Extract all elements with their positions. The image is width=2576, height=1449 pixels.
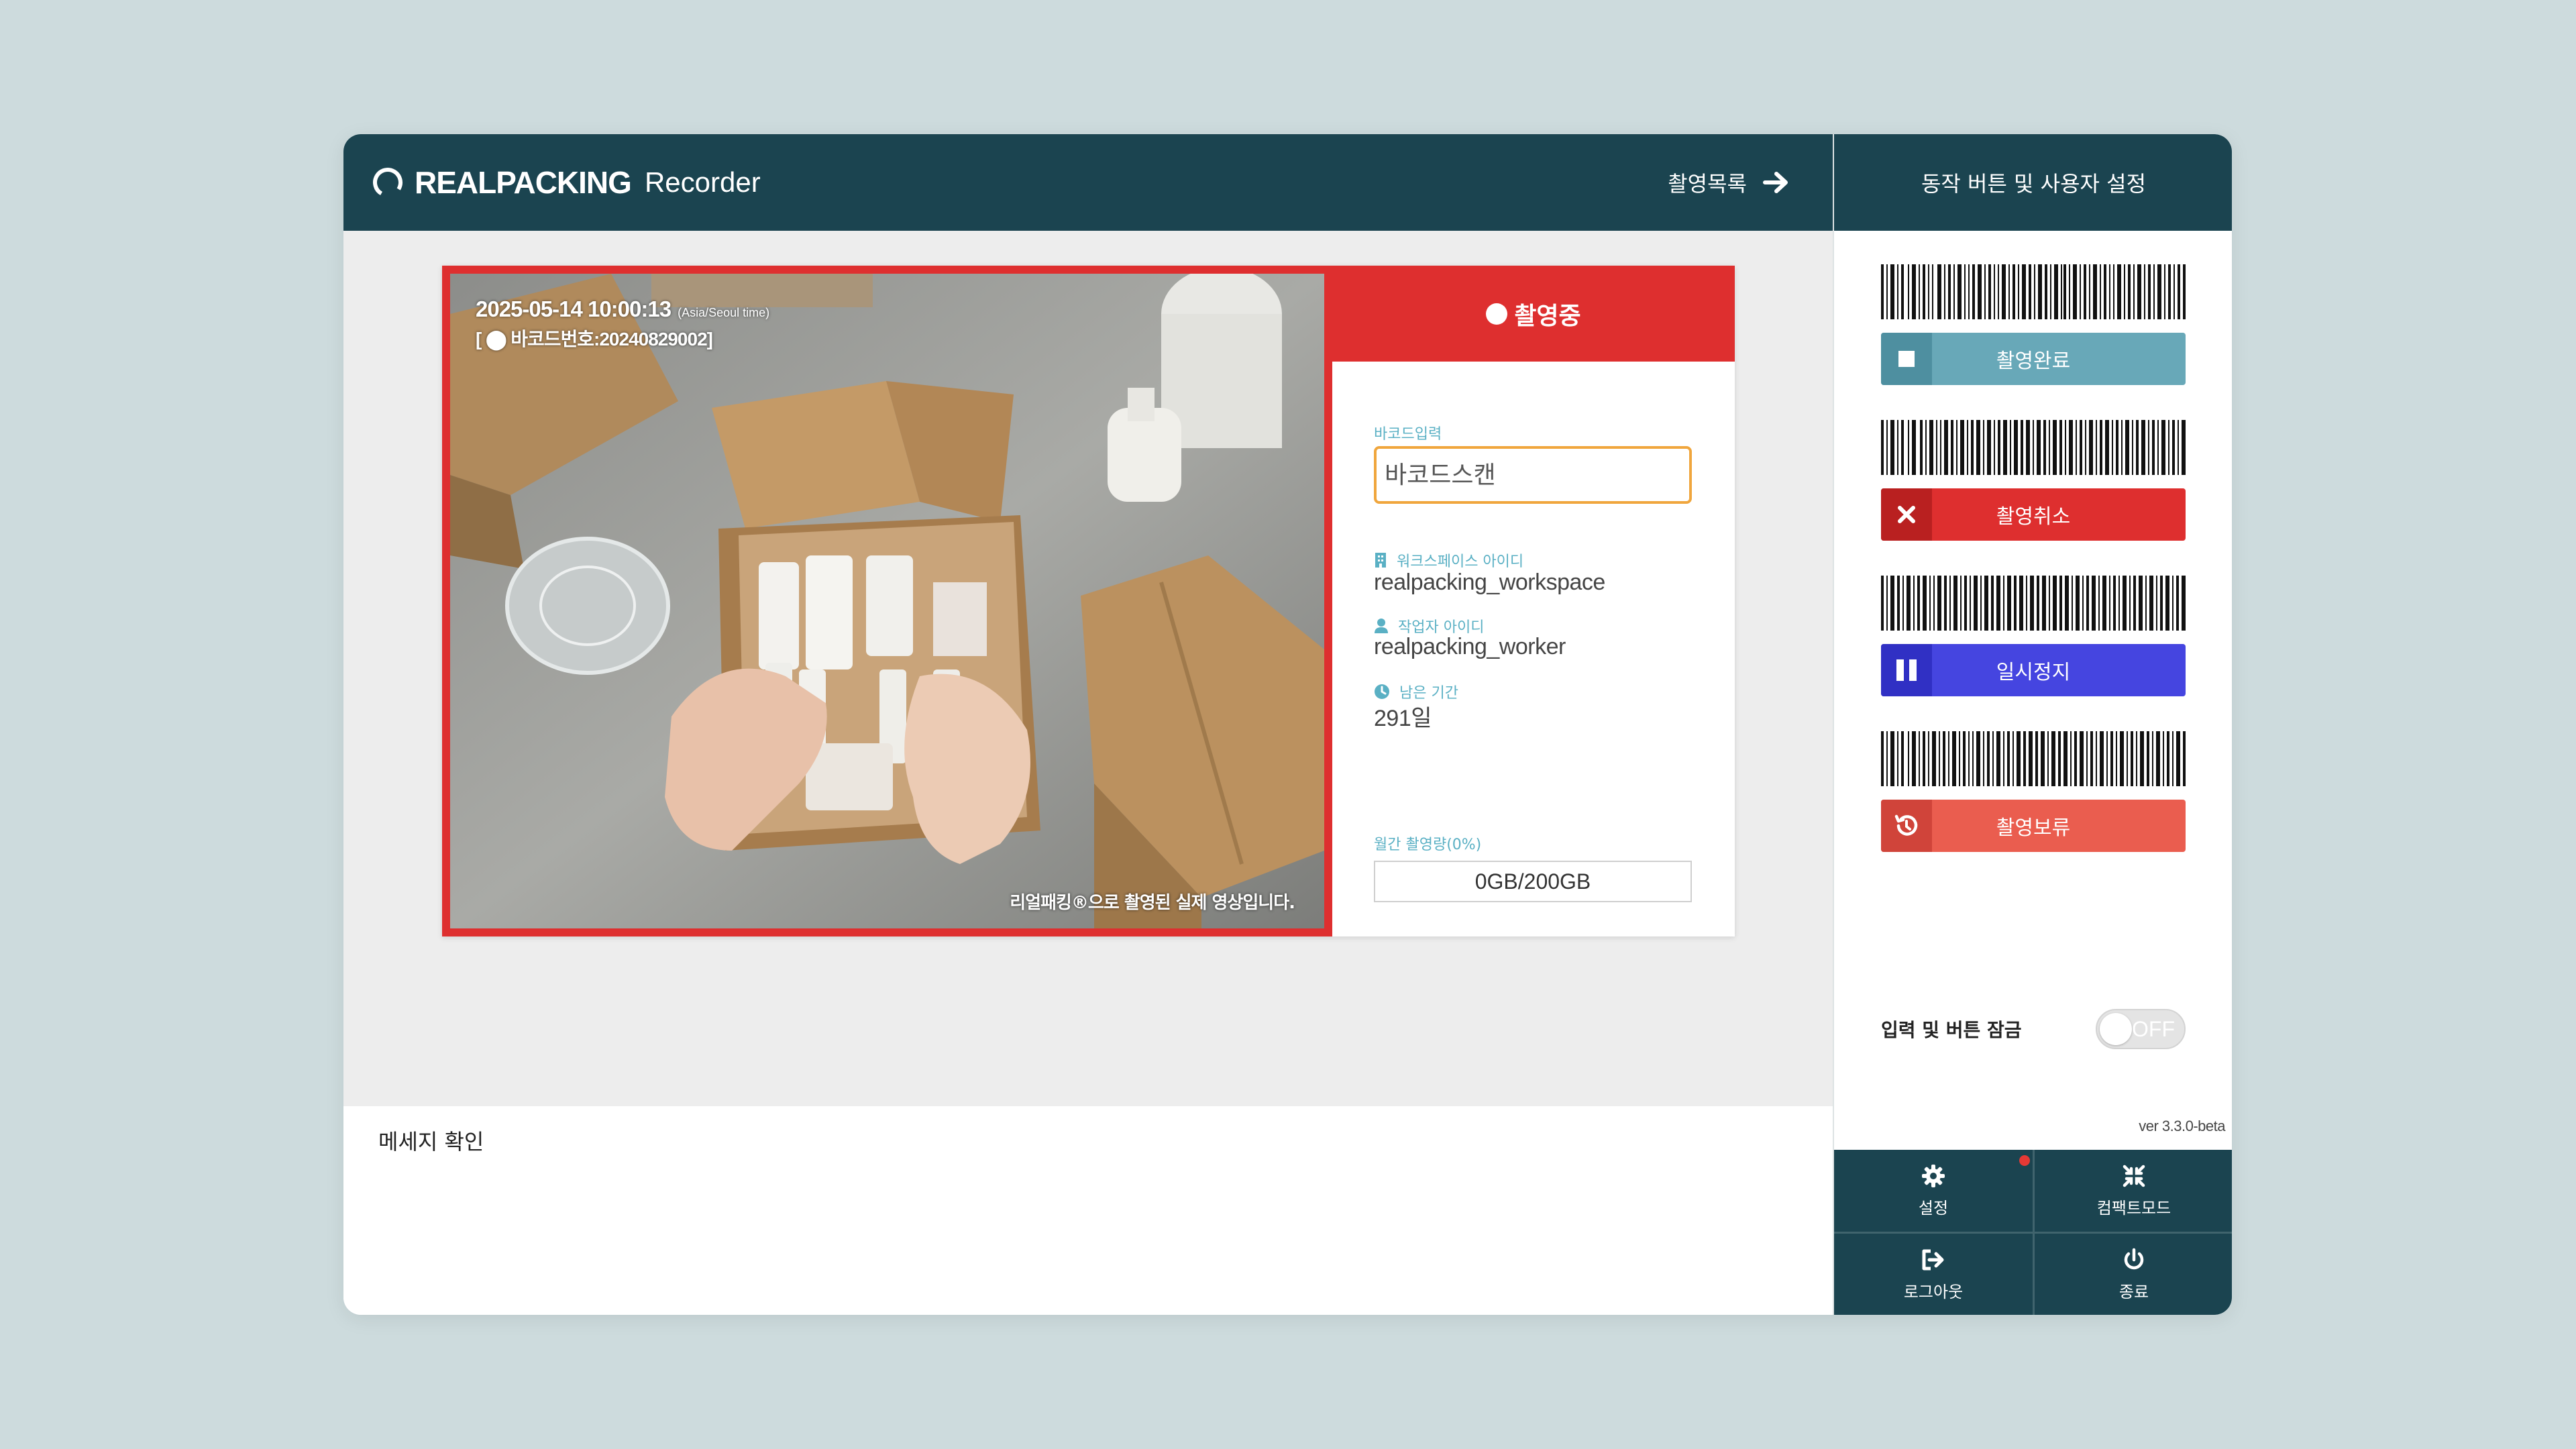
history-link-label: 촬영목록 [1668,171,1747,197]
exit-button[interactable]: 종료 [2035,1234,2232,1315]
pause-icon [1881,644,1932,696]
lock-label: 입력 및 버튼 잠금 [1881,1019,2022,1041]
sidebar-title: 동작 버튼 및 사용자 설정 [1834,134,2232,231]
recording-status-banner: 촬영중 [1332,266,1735,362]
worker-value: realpacking_worker [1374,634,1566,659]
settings-button[interactable]: 설정 [1834,1150,2033,1232]
barcode-pause [1881,576,2186,631]
compress-icon [2123,1165,2145,1187]
cancel-recording-label: 촬영취소 [1996,505,2071,529]
pause-recording-button[interactable]: 일시정지 [1881,644,2186,696]
message-area: 메세지 확인 [343,1106,1833,1315]
recording-dot-icon [1486,303,1508,325]
logout-icon [1922,1249,1944,1270]
recording-status-label: 촬영중 [1514,302,1581,330]
compact-mode-button[interactable]: 컴팩트모드 [2035,1150,2232,1232]
user-icon [1375,619,1388,633]
hold-recording-label: 촬영보류 [1996,816,2071,840]
app-header: REALPACKING Recorder 촬영목록 [343,134,1833,231]
lock-toggle[interactable]: OFF [2096,1009,2186,1049]
recording-panel: 2025-05-14 10:00:13 (Asia/Seoul time) [ ⬤… [442,266,1735,936]
datetime-text: 2025-05-14 10:00:13 [476,297,672,321]
app-logo: REALPACKING Recorder [370,161,761,204]
complete-recording-label: 촬영완료 [1996,350,2071,373]
power-icon [2124,1248,2144,1269]
main-content: 2025-05-14 10:00:13 (Asia/Seoul time) [ ⬤… [343,231,1833,1106]
complete-recording-button[interactable]: 촬영완료 [1881,333,2186,385]
gear-icon [1922,1164,1945,1187]
workspace-label: 워크스페이스 아이디 [1374,549,1523,571]
building-icon [1375,553,1386,568]
barcode-input[interactable] [1374,446,1692,504]
app-window: REALPACKING Recorder 촬영목록 2025-05-14 10:… [343,134,2232,1315]
barcode-cancel [1881,420,2186,475]
workspace-value: realpacking_workspace [1374,570,1605,595]
app-name: Recorder [644,166,761,198]
video-preview: 2025-05-14 10:00:13 (Asia/Seoul time) [ ⬤… [442,266,1332,936]
compact-mode-label: 컴팩트모드 [2096,1198,2171,1218]
control-sidebar: 동작 버튼 및 사용자 설정 촬영완료 촬영취소 일시정지 촬영보류 입력 및 … [1833,134,2232,1315]
notification-dot [2019,1155,2030,1166]
logout-label: 로그아웃 [1903,1282,1964,1301]
toggle-knob [2100,1013,2132,1045]
hold-recording-button[interactable]: 촬영보류 [1881,800,2186,852]
workspace-label-text: 워크스페이스 아이디 [1397,553,1524,570]
barcode-hold [1881,731,2186,786]
barcode-input-label: 바코드입력 [1374,426,1442,443]
video-barcode-overlay: [ ⬤ 바코드번호:20240829002] [476,329,713,350]
pause-recording-label: 일시정지 [1996,661,2071,684]
brand-name: REALPACKING [415,165,632,200]
version-label: ver 3.3.0-beta [2139,1118,2225,1134]
usage-value: 0GB/200GB [1374,861,1692,902]
session-info: 바코드입력 워크스페이스 아이디 realpacking_workspace 작… [1332,362,1735,936]
stop-icon [1881,333,1932,385]
close-icon [1881,488,1932,541]
sidebar-menu-grid: 설정 컴팩트모드 로그아웃 종료 [1834,1150,2232,1315]
video-frame [450,274,1324,928]
arrow-right-icon [1763,172,1788,193]
lock-setting: 입력 및 버튼 잠금 OFF [1881,1008,2186,1051]
usage-label: 월간 촬영량(0%) [1374,837,1482,853]
exit-label: 종료 [2118,1282,2149,1301]
video-caption: 리얼패킹®으로 촬영된 실제 영상입니다. [1010,893,1295,913]
toggle-state: OFF [2132,1017,2175,1041]
history-icon [1881,800,1932,852]
logo-icon [373,168,402,197]
history-link[interactable]: 촬영목록 [1668,164,1790,201]
video-datetime: 2025-05-14 10:00:13 (Asia/Seoul time) [476,297,769,322]
clock-icon [1375,684,1389,699]
barcode-complete [1881,264,2186,319]
message-title: 메세지 확인 [378,1129,484,1155]
remaining-value: 291일 [1374,706,1432,731]
timezone-text: (Asia/Seoul time) [678,306,770,319]
settings-label: 설정 [1918,1198,1949,1218]
cancel-recording-button[interactable]: 촬영취소 [1881,488,2186,541]
logout-button[interactable]: 로그아웃 [1834,1234,2033,1315]
